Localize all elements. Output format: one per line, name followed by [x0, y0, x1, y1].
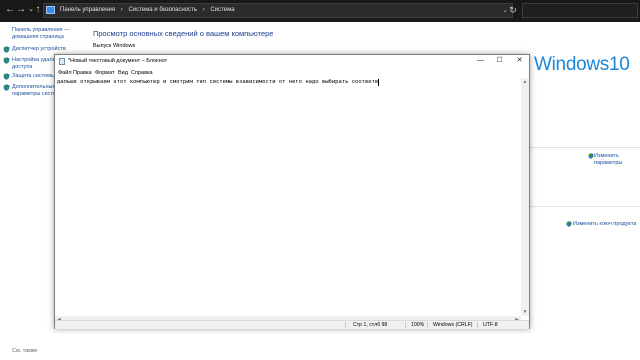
breadcrumb-item[interactable]: Система — [210, 7, 234, 13]
notepad-icon — [59, 58, 65, 65]
page-title: Просмотр основных сведений о вашем компь… — [93, 29, 274, 38]
window-title: *Новый текстовый документ – Блокнот — [68, 58, 168, 64]
encoding: UTF-8 — [483, 322, 498, 328]
menu-file[interactable]: Файл — [58, 68, 72, 78]
breadcrumb-item[interactable]: Система и безопасность — [128, 7, 197, 13]
status-separator — [345, 322, 346, 328]
explorer-toolbar: ← → ⌄ ↑ Панель управления › Система и бе… — [0, 0, 640, 22]
shield-icon — [3, 73, 10, 80]
control-panel-home-link[interactable]: Панель управления — домашняя страница — [12, 27, 77, 41]
line-endings: Windows (CRLF) — [433, 322, 473, 328]
control-panel-icon — [46, 6, 55, 14]
see-also-heading: См. также — [12, 348, 38, 354]
menu-edit[interactable]: Правка — [73, 68, 92, 78]
status-separator — [427, 322, 428, 328]
shield-icon — [566, 221, 572, 227]
address-bar[interactable]: Панель управления › Система и безопаснос… — [43, 3, 513, 18]
cursor-position: Стр 1, стлб 98 — [353, 322, 388, 328]
vertical-scrollbar[interactable]: ▲ ▼ — [521, 78, 529, 316]
breadcrumb-separator[interactable]: › — [121, 7, 123, 13]
menu-help[interactable]: Справка — [131, 68, 153, 78]
scroll-up-arrow-icon[interactable]: ▲ — [521, 78, 529, 86]
text-caret — [378, 79, 380, 86]
change-settings-label: Изменить параметры — [594, 153, 623, 166]
change-product-key-label: Изменить ключ продукта — [573, 221, 637, 227]
menu-view[interactable]: Вид — [118, 68, 128, 78]
shield-icon — [3, 57, 10, 64]
scroll-down-arrow-icon[interactable]: ▼ — [521, 308, 529, 316]
breadcrumb-item[interactable]: Панель управления — [60, 7, 115, 13]
notepad-window: *Новый текстовый документ – Блокнот — ☐ … — [54, 54, 530, 329]
status-separator — [477, 322, 478, 328]
section-divider — [530, 147, 640, 148]
windows-logo-text: Windows10 — [534, 54, 630, 75]
windows-edition-heading: Выпуск Windows — [93, 43, 136, 49]
breadcrumb-separator[interactable]: › — [203, 7, 205, 13]
text-editor-area[interactable]: дальше открываем этот компьютер и смотри… — [55, 78, 521, 316]
notepad-titlebar[interactable]: *Новый текстовый документ – Блокнот — ☐ … — [55, 55, 529, 68]
status-separator — [405, 322, 406, 328]
refresh-button[interactable]: ↻ — [507, 3, 519, 17]
close-button[interactable]: ✕ — [510, 55, 529, 67]
status-bar: Стр 1, стлб 98 100% Windows (CRLF) UTF-8 — [55, 320, 529, 329]
section-divider — [530, 206, 640, 207]
search-input[interactable] — [522, 3, 638, 18]
windows-10-logo: Windows10 — [526, 50, 640, 84]
minimize-button[interactable]: — — [471, 55, 490, 67]
document-text: дальше открываем этот компьютер и смотри… — [57, 79, 379, 85]
breadcrumb: Панель управления › Система и безопаснос… — [60, 4, 239, 17]
menu-format[interactable]: Формат — [95, 68, 115, 78]
shield-icon — [3, 84, 10, 91]
device-manager-link[interactable]: Диспетчер устройств — [12, 46, 80, 53]
zoom-level: 100% — [411, 322, 425, 328]
maximize-button[interactable]: ☐ — [490, 55, 509, 67]
shield-icon — [3, 46, 10, 53]
